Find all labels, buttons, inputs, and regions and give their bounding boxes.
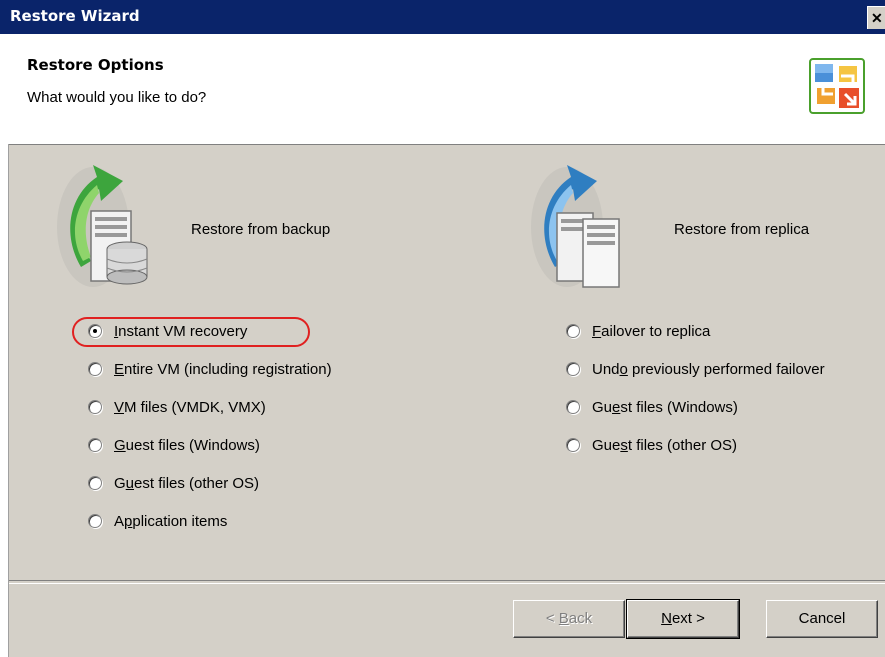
option-label: Application items bbox=[114, 513, 228, 530]
footer-separator bbox=[9, 580, 885, 584]
page-title: Restore Options bbox=[27, 56, 164, 74]
radio-button[interactable] bbox=[566, 438, 580, 452]
restore-from-replica-label: Restore from replica bbox=[674, 221, 810, 238]
title-bar[interactable]: Restore Wizard ✕ bbox=[0, 0, 885, 34]
radio-button[interactable] bbox=[566, 324, 580, 338]
restore-wizard-window: Restore Wizard ✕ Restore Options What wo… bbox=[0, 0, 885, 657]
radio-button[interactable] bbox=[566, 362, 580, 376]
option-label: Failover to replica bbox=[592, 323, 711, 340]
option-label: Guest files (Windows) bbox=[592, 399, 738, 416]
radio-button[interactable] bbox=[88, 400, 102, 414]
radio-button[interactable] bbox=[88, 514, 102, 528]
option-label: Guest files (other OS) bbox=[592, 437, 738, 454]
radio-button[interactable] bbox=[88, 438, 102, 452]
option-label: Undo previously performed failover bbox=[592, 361, 825, 378]
option-label: Entire VM (including registration) bbox=[114, 361, 332, 378]
wizard-header: Restore Options What would you like to d… bbox=[9, 34, 885, 145]
radio-button[interactable] bbox=[566, 400, 580, 414]
option-label: Guest files (Windows) bbox=[114, 437, 260, 454]
radio-button[interactable] bbox=[88, 362, 102, 376]
replica-server-icon bbox=[531, 165, 620, 288]
window-title: Restore Wizard bbox=[10, 7, 140, 25]
radio-button[interactable] bbox=[88, 476, 102, 490]
option-label: Guest files (other OS) bbox=[114, 475, 260, 492]
backup-server-database-icon bbox=[57, 165, 148, 287]
close-icon[interactable]: ✕ bbox=[867, 6, 885, 29]
option-label: VM files (VMDK, VMX) bbox=[114, 399, 266, 416]
next-button[interactable]: Next > bbox=[626, 599, 740, 639]
restore-wizard-icon bbox=[809, 58, 865, 114]
back-button[interactable]: < Back bbox=[513, 600, 625, 638]
highlight-circle bbox=[72, 317, 310, 347]
restore-from-backup-label: Restore from backup bbox=[191, 221, 331, 238]
options-panel: Restore from backup Instant VM recovery E… bbox=[9, 145, 885, 580]
cancel-button[interactable]: Cancel bbox=[766, 600, 878, 638]
page-subtitle: What would you like to do? bbox=[27, 89, 207, 106]
